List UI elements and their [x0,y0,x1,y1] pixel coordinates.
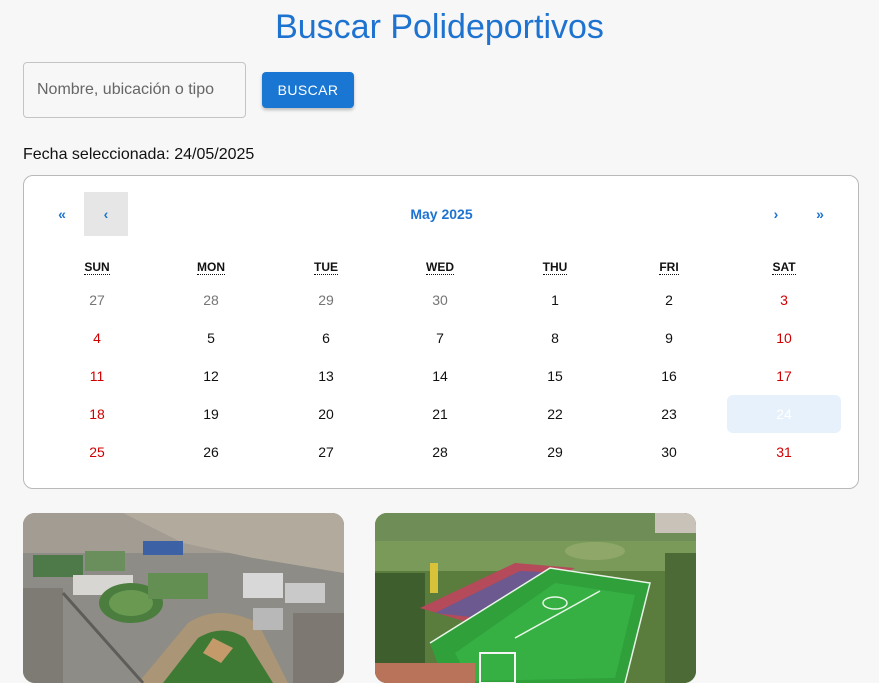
weekday-fri: FRI [659,260,679,275]
calendar-day[interactable]: 3 [727,281,841,319]
calendar-day[interactable]: 7 [383,319,497,357]
calendar-day[interactable]: 23 [612,395,726,433]
calendar-day[interactable]: 11 [40,357,154,395]
next-year-button[interactable]: » [798,192,842,236]
calendar-day[interactable]: 30 [612,433,726,471]
calendar-day[interactable]: 20 [269,395,383,433]
calendar-day[interactable]: 27 [40,281,154,319]
calendar-day[interactable]: 28 [154,281,268,319]
calendar-day[interactable]: 26 [154,433,268,471]
sports-center-card[interactable] [375,513,696,683]
calendar-day[interactable]: 28 [383,433,497,471]
calendar-day[interactable]: 1 [498,281,612,319]
calendar-day[interactable]: 16 [612,357,726,395]
calendar: « ‹ May 2025 › » SUN MON TUE WED THU FRI… [23,175,859,489]
stadium-aerial-image [23,513,344,683]
selected-date-label: Fecha seleccionada: 24/05/2025 [23,146,255,163]
weekday-thu: THU [542,260,568,275]
calendar-day[interactable]: 19 [154,395,268,433]
calendar-day[interactable]: 25 [40,433,154,471]
page-title: Buscar Polideportivos [275,8,604,46]
month-label[interactable]: May 2025 [394,192,489,236]
weekday-mon: MON [197,260,225,275]
calendar-day[interactable]: 30 [383,281,497,319]
calendar-day[interactable]: 27 [269,433,383,471]
calendar-day-selected[interactable]: 24 [727,395,841,433]
calendar-day[interactable]: 29 [269,281,383,319]
calendar-day[interactable]: 14 [383,357,497,395]
calendar-day[interactable]: 2 [612,281,726,319]
prev-month-button[interactable]: ‹ [84,192,128,236]
weekday-tue: TUE [314,260,338,275]
next-month-button[interactable]: › [754,192,798,236]
search-input[interactable] [23,62,246,118]
calendar-day[interactable]: 8 [498,319,612,357]
calendar-day[interactable]: 15 [498,357,612,395]
calendar-day[interactable]: 10 [727,319,841,357]
calendar-day[interactable]: 29 [498,433,612,471]
weekday-wed: WED [426,260,454,275]
calendar-day[interactable]: 22 [498,395,612,433]
calendar-day[interactable]: 17 [727,357,841,395]
calendar-day[interactable]: 9 [612,319,726,357]
calendar-day[interactable]: 5 [154,319,268,357]
calendar-day[interactable]: 18 [40,395,154,433]
calendar-day[interactable]: 6 [269,319,383,357]
calendar-day[interactable]: 12 [154,357,268,395]
search-button[interactable]: BUSCAR [262,72,354,108]
calendar-day[interactable]: 31 [727,433,841,471]
soccer-field-aerial-image [375,513,696,683]
weekday-sun: SUN [84,260,110,275]
calendar-day[interactable]: 21 [383,395,497,433]
calendar-day[interactable]: 4 [40,319,154,357]
weekday-sat: SAT [772,260,796,275]
calendar-day[interactable]: 13 [269,357,383,395]
sports-center-card[interactable] [23,513,344,683]
prev-year-button[interactable]: « [40,192,84,236]
